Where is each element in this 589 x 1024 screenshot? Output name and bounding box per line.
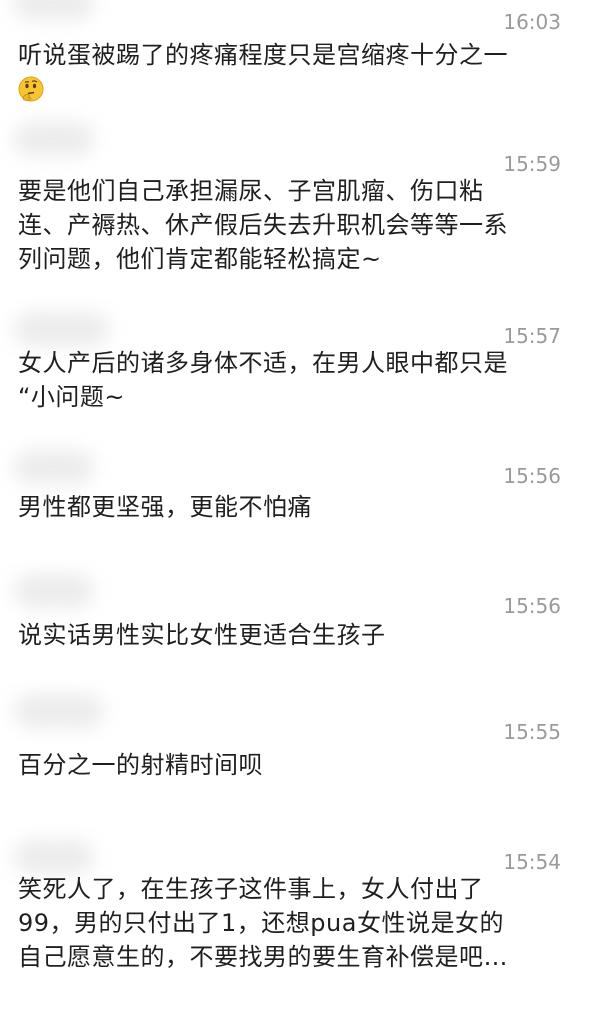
comment-text: 听说蛋被踢了的疼痛程度只是宫缩疼十分之一 — [18, 38, 578, 72]
comment-text-line: “小问题~ — [18, 383, 126, 411]
comment-time: 15:59 — [503, 152, 561, 176]
blurred-username — [14, 0, 94, 20]
comment-time: 15:56 — [503, 464, 561, 488]
comment-time: 15:57 — [503, 324, 561, 348]
comment-text: 百分之一的射精时间呗 — [18, 748, 578, 782]
comment-text-line: 女人产后的诸多身体不适，在男人眼中都只是 — [18, 349, 508, 377]
blurred-username — [14, 450, 94, 484]
comment-text-line: 要是他们自己承担漏尿、子宫肌瘤、伤口粘 — [18, 177, 484, 205]
comment-text: 要是他们自己承担漏尿、子宫肌瘤、伤口粘 连、产褥热、休产假后失去升职机会等等一系… — [18, 174, 578, 276]
blurred-username — [14, 694, 104, 728]
comment-item[interactable]: 15:56 男性都更坚强，更能不怕痛 — [0, 450, 589, 530]
comment-text-line: 自己愿意生的，不要找男的要生育补偿是吧… — [18, 943, 508, 971]
blurred-username — [14, 574, 94, 608]
comment-text-line: 说实话男性实比女性更适合生孩子 — [18, 621, 386, 649]
comment-item[interactable]: 16:03 听说蛋被踢了的疼痛程度只是宫缩疼十分之一 — [0, 0, 589, 110]
comment-time: 15:55 — [503, 720, 561, 744]
comment-text-line: 男性都更坚强，更能不怕痛 — [18, 493, 312, 521]
comment-time: 15:54 — [503, 850, 561, 874]
comment-item[interactable]: 15:56 说实话男性实比女性更适合生孩子 — [0, 570, 589, 660]
comment-time: 16:03 — [503, 10, 561, 34]
comment-item[interactable]: 15:54 笑死人了，在生孩子这件事上，女人付出了 99，男的只付出了1，还想p… — [0, 820, 589, 980]
comment-text: 男性都更坚强，更能不怕痛 — [18, 490, 578, 524]
comment-text-line: 列问题，他们肯定都能轻松搞定~ — [18, 245, 382, 273]
comment-text-line: 听说蛋被踢了的疼痛程度只是宫缩疼十分之一 — [18, 41, 508, 69]
comment-text-line: 笑死人了，在生孩子这件事上，女人付出了 — [18, 875, 484, 903]
comment-time: 15:56 — [503, 594, 561, 618]
thinking-face-icon — [18, 76, 44, 102]
comment-feed: 16:03 听说蛋被踢了的疼痛程度只是宫缩疼十分之一 15:59 要是他们自己承… — [0, 0, 589, 1024]
comment-text: 女人产后的诸多身体不适，在男人眼中都只是 “小问题~ — [18, 346, 578, 414]
blurred-username — [14, 840, 94, 874]
comment-text-line: 连、产褥热、休产假后失去升职机会等等一系 — [18, 211, 508, 239]
comment-text: 说实话男性实比女性更适合生孩子 — [18, 618, 578, 652]
comment-item[interactable]: 15:55 百分之一的射精时间呗 — [0, 690, 589, 790]
blurred-username — [14, 312, 109, 346]
comment-item[interactable]: 15:57 女人产后的诸多身体不适，在男人眼中都只是 “小问题~ — [0, 310, 589, 420]
comment-item[interactable]: 15:59 要是他们自己承担漏尿、子宫肌瘤、伤口粘 连、产褥热、休产假后失去升职… — [0, 122, 589, 280]
comment-text: 笑死人了，在生孩子这件事上，女人付出了 99，男的只付出了1，还想pua女性说是… — [18, 872, 578, 974]
comment-text-line: 99，男的只付出了1，还想pua女性说是女的 — [18, 909, 504, 937]
blurred-username — [14, 122, 94, 156]
comment-text-line: 百分之一的射精时间呗 — [18, 751, 263, 779]
